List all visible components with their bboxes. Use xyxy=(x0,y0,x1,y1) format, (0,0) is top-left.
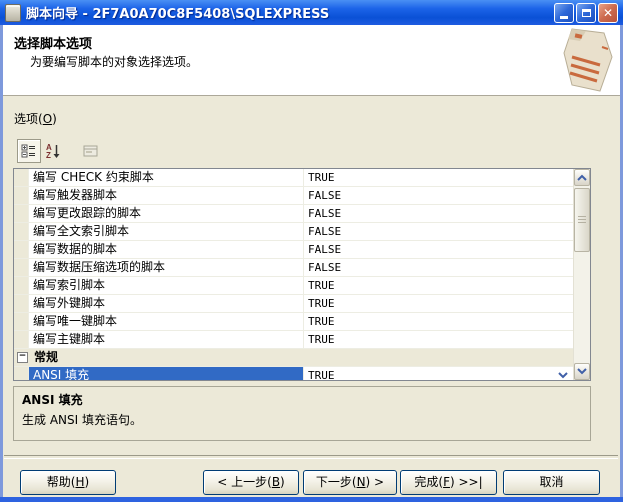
chevron-down-icon xyxy=(558,372,568,379)
alphabetical-sort-icon: A Z xyxy=(45,143,61,159)
window-title: 脚本向导 - 2F7A0A70C8F5408\SQLEXPRESS xyxy=(26,3,329,22)
titlebar-buttons: ✕ xyxy=(554,3,618,23)
property-value-editor[interactable]: TRUE xyxy=(304,367,573,380)
vertical-scrollbar[interactable] xyxy=(573,169,590,380)
property-name: 编写触发器脚本 xyxy=(29,187,304,204)
property-row[interactable]: 编写更改跟踪的脚本FALSE xyxy=(14,205,573,223)
property-row[interactable]: 编写唯一键脚本TRUE xyxy=(14,313,573,331)
property-name: 编写外键脚本 xyxy=(29,295,304,312)
maximize-button[interactable] xyxy=(576,3,596,23)
scroll-up-button[interactable] xyxy=(574,169,590,186)
property-value: TRUE xyxy=(308,369,335,380)
chevron-down-icon xyxy=(577,368,587,375)
window-border-left xyxy=(0,25,3,502)
property-name: 编写唯一键脚本 xyxy=(29,313,304,330)
close-button[interactable]: ✕ xyxy=(598,3,618,23)
cancel-button[interactable]: 取消 xyxy=(503,470,600,495)
property-row[interactable]: 编写 CHECK 约束脚本TRUE xyxy=(14,169,573,187)
wizard-header: 选择脚本选项 为要编写脚本的对象选择选项。 xyxy=(3,25,620,96)
minimize-button[interactable] xyxy=(554,3,574,23)
page-title: 选择脚本选项 xyxy=(14,33,92,52)
property-value: TRUE xyxy=(304,313,573,330)
property-pages-button xyxy=(79,139,103,163)
description-panel: ANSI 填充 生成 ANSI 填充语句。 xyxy=(13,386,591,441)
property-pages-icon xyxy=(83,144,99,158)
property-value: TRUE xyxy=(304,277,573,294)
wizard-scroll-art xyxy=(542,27,618,93)
category-label: 常规 xyxy=(34,349,58,366)
back-button[interactable]: < 上一步(B) xyxy=(203,470,299,495)
titlebar[interactable]: 脚本向导 - 2F7A0A70C8F5408\SQLEXPRESS ✕ xyxy=(0,0,623,25)
chevron-up-icon xyxy=(577,174,587,181)
property-name: 编写全文索引脚本 xyxy=(29,223,304,240)
minimize-icon xyxy=(560,16,568,19)
property-grid-rows: 编写 CHECK 约束脚本TRUE 编写触发器脚本FALSE 编写更改跟踪的脚本… xyxy=(14,169,573,380)
svg-text:Z: Z xyxy=(46,151,51,159)
page-subtitle: 为要编写脚本的对象选择选项。 xyxy=(30,53,198,70)
property-name: 编写主键脚本 xyxy=(29,331,304,348)
alphabetical-sort-button[interactable]: A Z xyxy=(41,139,65,163)
property-name: 编写索引脚本 xyxy=(29,277,304,294)
options-label-key: O xyxy=(43,112,52,126)
property-name: ANSI 填充 xyxy=(29,367,304,380)
separator-line xyxy=(4,455,618,459)
property-row[interactable]: 编写主键脚本TRUE xyxy=(14,331,573,349)
help-button[interactable]: 帮助(H) xyxy=(20,470,116,495)
options-label-pre: 选项( xyxy=(14,112,43,126)
property-row[interactable]: 编写数据压缩选项的脚本FALSE xyxy=(14,259,573,277)
property-value: FALSE xyxy=(304,241,573,258)
property-value: FALSE xyxy=(304,205,573,222)
property-value: FALSE xyxy=(304,187,573,204)
categorized-view-icon xyxy=(21,143,37,159)
property-row-selected[interactable]: ANSI 填充 TRUE xyxy=(14,367,573,380)
finish-button[interactable]: 完成(F) >>| xyxy=(400,470,497,495)
property-name: 编写数据的脚本 xyxy=(29,241,304,258)
categorized-view-button[interactable] xyxy=(17,139,41,163)
script-wizard-window: 脚本向导 - 2F7A0A70C8F5408\SQLEXPRESS ✕ 选择脚本… xyxy=(0,0,623,502)
scroll-down-button[interactable] xyxy=(574,363,590,380)
property-grid: 编写 CHECK 约束脚本TRUE 编写触发器脚本FALSE 编写更改跟踪的脚本… xyxy=(13,168,591,381)
property-value: TRUE xyxy=(304,331,573,348)
property-value: FALSE xyxy=(304,223,573,240)
property-row[interactable]: 编写触发器脚本FALSE xyxy=(14,187,573,205)
property-name: 编写数据压缩选项的脚本 xyxy=(29,259,304,276)
app-icon xyxy=(5,4,21,22)
category-row-general[interactable]: − 常规 xyxy=(14,349,573,367)
property-row[interactable]: 编写外键脚本TRUE xyxy=(14,295,573,313)
options-label: 选项(O) xyxy=(14,110,57,127)
scrollbar-thumb[interactable] xyxy=(574,188,590,252)
property-name: 编写更改跟踪的脚本 xyxy=(29,205,304,222)
property-row[interactable]: 编写全文索引脚本FALSE xyxy=(14,223,573,241)
toolbar-separator xyxy=(65,139,79,163)
options-label-post: ) xyxy=(52,112,57,126)
property-name: 编写 CHECK 约束脚本 xyxy=(29,169,304,186)
property-value: FALSE xyxy=(304,259,573,276)
description-title: ANSI 填充 xyxy=(22,391,582,408)
property-row[interactable]: 编写索引脚本TRUE xyxy=(14,277,573,295)
window-border-bottom xyxy=(0,497,623,502)
property-value: TRUE xyxy=(304,169,573,186)
dropdown-button[interactable] xyxy=(555,369,571,380)
maximize-icon xyxy=(582,9,591,17)
collapse-minus-icon[interactable]: − xyxy=(17,352,28,363)
next-button[interactable]: 下一步(N) > xyxy=(303,470,397,495)
propertygrid-toolbar: A Z xyxy=(17,138,103,164)
close-icon: ✕ xyxy=(603,7,613,19)
thumb-grip-icon xyxy=(578,216,586,224)
property-value: TRUE xyxy=(304,295,573,312)
description-text: 生成 ANSI 填充语句。 xyxy=(22,411,582,428)
property-row[interactable]: 编写数据的脚本FALSE xyxy=(14,241,573,259)
